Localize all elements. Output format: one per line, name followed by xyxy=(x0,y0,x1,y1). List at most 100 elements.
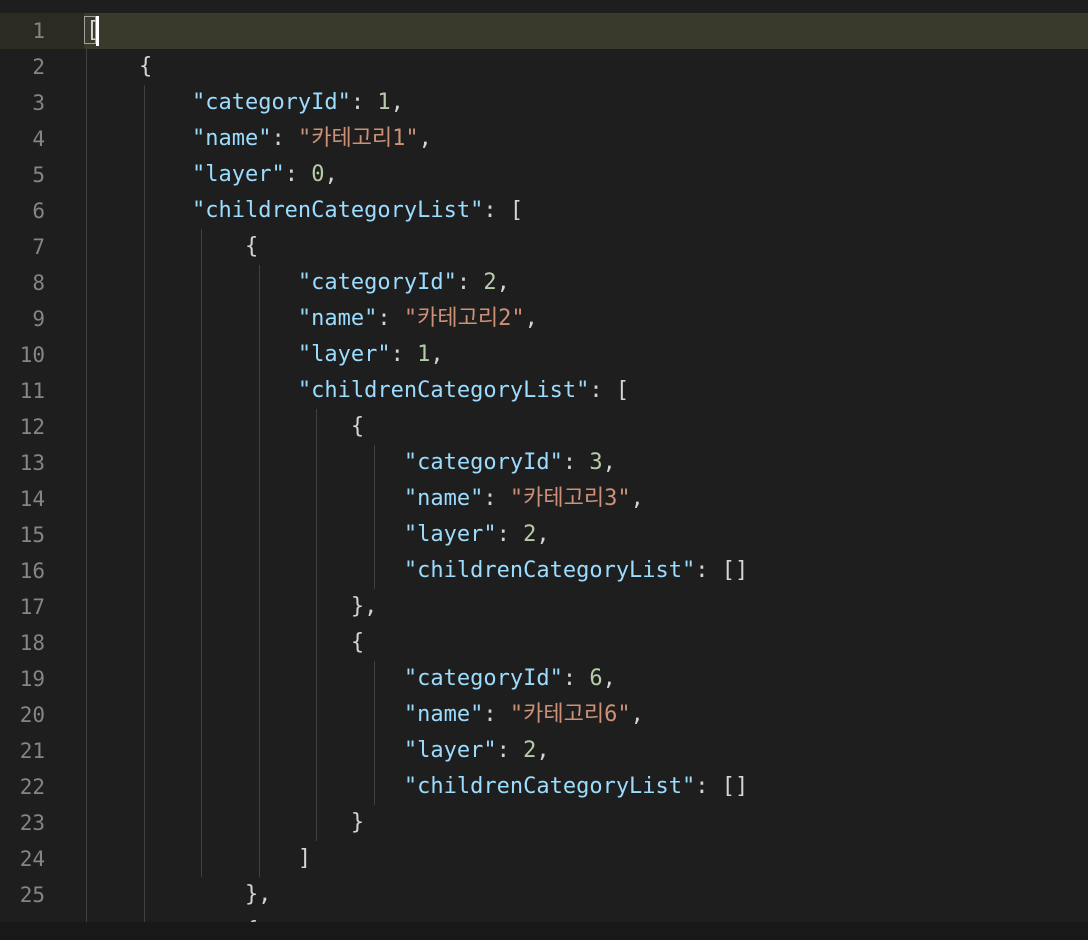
json-punctuation xyxy=(86,486,404,511)
code-line[interactable]: 10 "layer": 1, xyxy=(0,337,1088,373)
code-text[interactable]: "name": "카테고리2", xyxy=(86,301,538,337)
json-punctuation xyxy=(86,90,192,115)
code-line[interactable]: 21 "layer": 2, xyxy=(0,733,1088,769)
json-punctuation: , xyxy=(418,126,432,151)
code-text[interactable]: "name": "카테고리6", xyxy=(86,697,644,733)
line-number: 20 xyxy=(19,703,45,727)
code-text[interactable]: "childrenCategoryList": [] xyxy=(86,769,748,805)
code-line[interactable]: 12 { xyxy=(0,409,1088,445)
line-number: 6 xyxy=(32,199,45,223)
json-punctuation: , xyxy=(630,486,644,511)
json-punctuation xyxy=(86,774,404,799)
code-text[interactable]: "name": "카테고리1", xyxy=(86,121,432,157)
line-number: 24 xyxy=(19,847,45,871)
code-line[interactable]: 14 "name": "카테고리3", xyxy=(0,481,1088,517)
json-punctuation: , xyxy=(324,162,338,187)
json-punctuation: , xyxy=(602,666,616,691)
code-text[interactable]: "categoryId": 6, xyxy=(86,661,616,697)
code-text[interactable]: "name": "카테고리3", xyxy=(86,481,644,517)
code-text[interactable]: "childrenCategoryList": [ xyxy=(86,373,629,409)
code-line[interactable]: 23 } xyxy=(0,805,1088,841)
json-punctuation: }, xyxy=(86,594,378,619)
line-number: 15 xyxy=(19,523,45,547)
code-text[interactable]: { xyxy=(86,625,364,661)
code-line[interactable]: 9 "name": "카테고리2", xyxy=(0,301,1088,337)
code-line[interactable]: 16 "childrenCategoryList": [] xyxy=(0,553,1088,589)
json-punctuation: ] xyxy=(86,846,312,871)
code-line[interactable]: 13 "categoryId": 3, xyxy=(0,445,1088,481)
json-punctuation: : xyxy=(496,738,524,763)
code-text[interactable]: } xyxy=(86,805,364,841)
json-punctuation: { xyxy=(86,918,258,922)
code-text[interactable]: "layer": 2, xyxy=(86,517,550,553)
code-line[interactable]: 11 "childrenCategoryList": [ xyxy=(0,373,1088,409)
json-punctuation xyxy=(86,378,298,403)
json-punctuation: } xyxy=(86,810,365,835)
json-punctuation: : xyxy=(483,702,510,727)
json-number: 2 xyxy=(523,522,537,547)
json-string: "카테고리2" xyxy=(403,306,525,331)
code-line[interactable]: 20 "name": "카테고리6", xyxy=(0,697,1088,733)
line-number: 23 xyxy=(19,811,45,835)
json-number: 1 xyxy=(377,90,391,115)
code-line[interactable]: 4 "name": "카테고리1", xyxy=(0,121,1088,157)
line-number: 22 xyxy=(19,775,45,799)
json-punctuation: : [ xyxy=(483,198,524,223)
code-line[interactable]: 2 { xyxy=(0,49,1088,85)
code-line[interactable]: 25 }, xyxy=(0,877,1088,913)
json-key: "categoryId" xyxy=(297,270,457,295)
code-text[interactable]: "categoryId": 3, xyxy=(86,445,616,481)
code-line[interactable]: 8 "categoryId": 2, xyxy=(0,265,1088,301)
code-line[interactable]: 3 "categoryId": 1, xyxy=(0,85,1088,121)
code-text[interactable]: }, xyxy=(86,589,378,625)
code-line[interactable]: 24 ] xyxy=(0,841,1088,877)
json-punctuation: { xyxy=(86,630,365,655)
json-punctuation: { xyxy=(86,54,153,79)
code-line[interactable]: 6 "childrenCategoryList": [ xyxy=(0,193,1088,229)
line-number: 9 xyxy=(32,307,45,331)
json-key: "categoryId" xyxy=(403,450,563,475)
json-key: "layer" xyxy=(191,162,285,187)
code-text[interactable]: "layer": 2, xyxy=(86,733,550,769)
json-punctuation xyxy=(86,738,404,763)
code-line[interactable]: 5 "layer": 0, xyxy=(0,157,1088,193)
editor-bottom-edge xyxy=(0,922,1088,940)
json-punctuation: : [] xyxy=(695,558,749,583)
code-editor[interactable]: 1[2 {3 "categoryId": 1, 4 "name": "카테고리1"… xyxy=(0,0,1088,922)
code-text[interactable]: "layer": 0, xyxy=(86,157,338,193)
code-text[interactable]: { xyxy=(86,49,152,85)
code-line[interactable]: 22 "childrenCategoryList": [] xyxy=(0,769,1088,805)
code-text[interactable]: "categoryId": 1, xyxy=(86,85,404,121)
json-string: "카테고리1" xyxy=(297,126,419,151)
code-text[interactable]: "categoryId": 2, xyxy=(86,265,510,301)
code-text[interactable]: "childrenCategoryList": [] xyxy=(86,553,748,589)
code-line[interactable]: 1[ xyxy=(0,13,1088,49)
code-line[interactable]: 17 }, xyxy=(0,589,1088,625)
code-text[interactable]: { xyxy=(86,229,258,265)
code-line[interactable]: 7 { xyxy=(0,229,1088,265)
json-key: "layer" xyxy=(297,342,391,367)
code-text[interactable]: "childrenCategoryList": [ xyxy=(86,193,523,229)
json-punctuation: , xyxy=(430,342,444,367)
json-punctuation: : [] xyxy=(695,774,749,799)
json-key: "name" xyxy=(403,702,484,727)
code-text[interactable]: "layer": 1, xyxy=(86,337,444,373)
line-number: 21 xyxy=(19,739,45,763)
code-line[interactable]: 18 { xyxy=(0,625,1088,661)
json-string: "카테고리3" xyxy=(509,486,631,511)
code-line[interactable]: 26 { xyxy=(0,913,1088,922)
code-text[interactable]: ] xyxy=(86,841,311,877)
line-number: 25 xyxy=(19,883,45,907)
code-line[interactable]: 15 "layer": 2, xyxy=(0,517,1088,553)
json-key: "categoryId" xyxy=(403,666,563,691)
code-text[interactable]: { xyxy=(86,409,364,445)
json-punctuation xyxy=(86,342,298,367)
code-text[interactable]: { xyxy=(86,913,258,922)
line-number: 5 xyxy=(32,163,45,187)
json-punctuation: : xyxy=(562,450,590,475)
json-punctuation: : xyxy=(496,522,524,547)
code-text[interactable]: }, xyxy=(86,877,272,913)
json-key: "childrenCategoryList" xyxy=(403,774,696,799)
line-number: 14 xyxy=(19,487,45,511)
code-line[interactable]: 19 "categoryId": 6, xyxy=(0,661,1088,697)
